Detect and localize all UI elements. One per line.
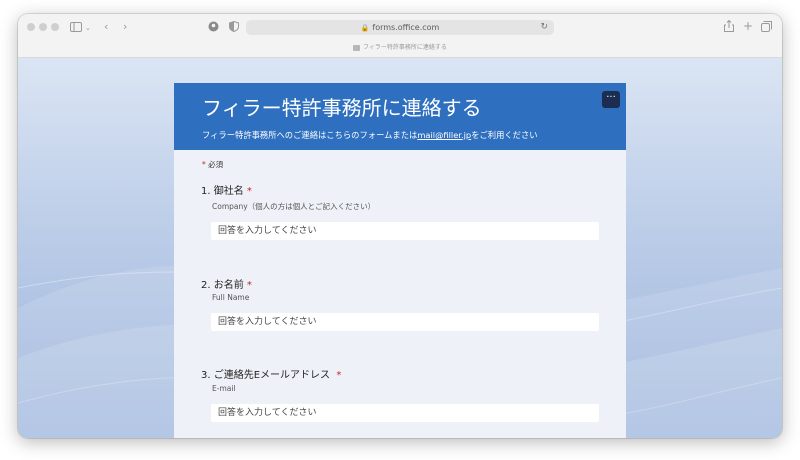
form-header: フィラー特許事務所に連絡する フィラー特許事務所へのご連絡はこちらのフォームまた… (174, 83, 626, 150)
minimize-window-button[interactable] (39, 23, 47, 31)
question-name-title: 2. お名前 * (201, 276, 252, 291)
form-description: フィラー特許事務所へのご連絡はこちらのフォームまたはmail@filler.jp… (202, 129, 538, 141)
zoom-window-button[interactable] (51, 23, 59, 31)
required-note: * 必須 (202, 159, 223, 170)
required-star: * (246, 280, 252, 291)
url-text: forms.office.com (372, 23, 440, 32)
tab-overview-icon[interactable] (761, 21, 772, 35)
back-icon[interactable]: ‹ (104, 21, 108, 33)
required-star: * (246, 186, 252, 197)
lock-icon: 🔒 (360, 24, 370, 32)
address-bar[interactable]: 🔒 forms.office.com ↻ (246, 20, 554, 35)
browser-window: ⌄ ‹ › 🔒 forms.office.com ↻ + フィラー特許事務所に連絡… (18, 14, 782, 438)
new-tab-icon[interactable]: + (743, 20, 753, 32)
form-description-prefix: フィラー特許事務所へのご連絡はこちらのフォームまたは (202, 130, 418, 140)
question-email-subtitle: E-mail (212, 384, 236, 393)
form-title: フィラー特許事務所に連絡する (202, 96, 482, 120)
tab-title-text: フィラー特許事務所に連絡する (363, 44, 447, 51)
question-email-title: 3. ご連絡先Eメールアドレス * (201, 366, 341, 381)
question-label: 御社名 (213, 186, 244, 197)
question-number: 3. (201, 370, 211, 381)
required-label: 必須 (208, 160, 224, 169)
contact-email-link[interactable]: mail@filler.jp (417, 130, 471, 140)
question-name-subtitle: Full Name (212, 293, 250, 302)
full-name-input[interactable]: 回答を入力してください (211, 313, 599, 331)
question-label: お名前 (213, 280, 244, 291)
forms-favicon-icon (353, 44, 361, 51)
email-input[interactable]: 回答を入力してください (211, 404, 599, 422)
page-background: フィラー特許事務所に連絡する フィラー特許事務所へのご連絡はこちらのフォームまた… (18, 58, 782, 438)
browser-toolbar: ⌄ ‹ › 🔒 forms.office.com ↻ + フィラー特許事務所に連絡… (18, 14, 782, 58)
form-description-suffix: をご利用ください (471, 130, 538, 140)
question-number: 2. (201, 280, 211, 291)
chevron-down-icon[interactable]: ⌄ (85, 22, 91, 34)
question-company-title: 1. 御社名 * (201, 182, 252, 197)
company-input[interactable]: 回答を入力してください (211, 222, 599, 240)
forward-icon[interactable]: › (123, 21, 127, 33)
more-options-button[interactable]: ··· (602, 91, 620, 108)
share-icon[interactable] (724, 19, 734, 35)
question-number: 1. (201, 186, 211, 197)
tab-title[interactable]: フィラー特許事務所に連絡する (18, 44, 782, 52)
required-star: * (202, 160, 206, 169)
question-company-subtitle: Company（個人の方は個人とご記入ください） (212, 202, 376, 211)
reload-icon[interactable]: ↻ (540, 20, 548, 35)
question-label: ご連絡先Eメールアドレス (213, 370, 331, 381)
privacy-shield-icon[interactable] (208, 21, 219, 35)
form-card: フィラー特許事務所に連絡する フィラー特許事務所へのご連絡はこちらのフォームまた… (174, 83, 626, 438)
required-star: * (336, 370, 342, 381)
close-window-button[interactable] (27, 23, 35, 31)
sidebar-toggle-icon[interactable] (70, 22, 82, 35)
content-blocker-icon[interactable] (229, 20, 239, 35)
